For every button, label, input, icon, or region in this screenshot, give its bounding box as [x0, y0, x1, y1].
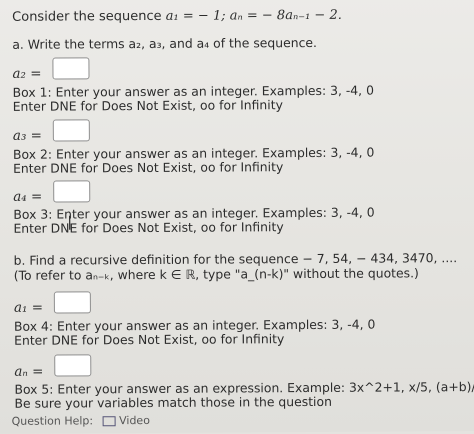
- a3-answer-input[interactable]: [52, 119, 90, 142]
- video-icon[interactable]: [102, 416, 116, 427]
- an-label: aₙ =: [14, 363, 44, 380]
- a4-answer-input[interactable]: [53, 180, 91, 203]
- a1-answer-input[interactable]: [53, 291, 91, 314]
- a4-label: a₄ =: [13, 188, 43, 205]
- box1-hint-line2: Enter DNE for Does Not Exist, oo for Inf…: [12, 97, 283, 114]
- a1-label: a₁ =: [13, 299, 44, 316]
- an-answer-input[interactable]: [54, 354, 92, 377]
- a3-label: a₃ =: [12, 127, 42, 144]
- part-a-prompt: a. Write the terms a₂, a₃, and a₄ of the…: [12, 34, 318, 52]
- sequence-definition: a₁ = − 1; aₙ = − 8aₙ₋₁ − 2.: [165, 7, 342, 24]
- box3-hint-line2: Enter DNE for Does Not Exist, oo for Inf…: [13, 219, 284, 236]
- mouse-cursor-icon: |: [67, 214, 73, 231]
- part-b-note: (To refer to aₙ₋ₖ, where k ∈ ℝ, type "a_…: [13, 265, 419, 283]
- problem-intro: Consider the sequence: [12, 8, 162, 25]
- question-page: Consider the sequence a₁ = − 1; aₙ = − 8…: [0, 0, 474, 434]
- box2-hint-line2: Enter DNE for Does Not Exist, oo for Inf…: [13, 159, 284, 176]
- box5-hint-line2: Be sure your variables match those in th…: [14, 393, 332, 411]
- a2-answer-input[interactable]: [52, 57, 90, 80]
- problem-statement: Consider the sequence a₁ = − 1; aₙ = − 8…: [12, 8, 342, 25]
- question-help-label: Question Help:: [11, 414, 94, 428]
- a2-label: a₂ =: [12, 65, 42, 82]
- box4-hint-line2: Enter DNE for Does Not Exist, oo for Inf…: [14, 331, 285, 348]
